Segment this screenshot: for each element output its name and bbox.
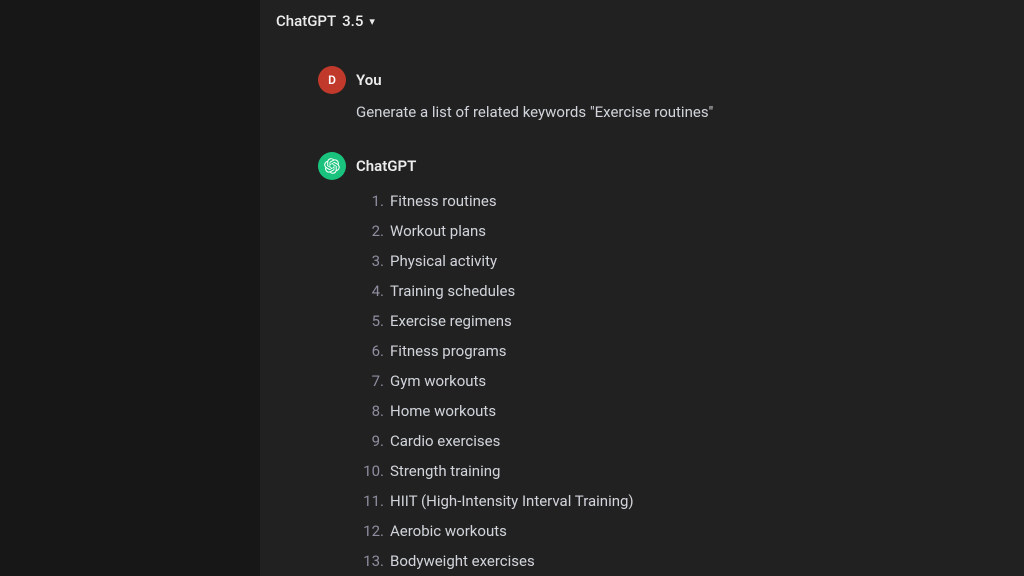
- list-item: 8.Home workouts: [356, 396, 966, 426]
- user-message-content: Generate a list of related keywords "Exe…: [356, 100, 966, 124]
- chatgpt-message-content: 1.Fitness routines2.Workout plans3.Physi…: [356, 186, 966, 576]
- list-number: 6.: [356, 339, 384, 363]
- list-item: 7.Gym workouts: [356, 366, 966, 396]
- list-text: Fitness programs: [390, 339, 506, 363]
- chatgpt-author-label: ChatGPT: [356, 157, 416, 175]
- chat-container: D You Generate a list of related keyword…: [260, 42, 1024, 576]
- top-bar: ChatGPT 3.5 ▾: [260, 0, 1024, 42]
- list-number: 13.: [356, 549, 384, 573]
- list-number: 4.: [356, 279, 384, 303]
- app-version-text: 3.5: [342, 12, 363, 30]
- list-text: Fitness routines: [390, 189, 497, 213]
- list-text: Physical activity: [390, 249, 497, 273]
- list-item: 12.Aerobic workouts: [356, 516, 966, 546]
- user-message-block: D You Generate a list of related keyword…: [318, 66, 966, 124]
- list-text: Training schedules: [390, 279, 515, 303]
- list-number: 9.: [356, 429, 384, 453]
- list-item: 5.Exercise regimens: [356, 306, 966, 336]
- list-text: Cardio exercises: [390, 429, 500, 453]
- list-number: 10.: [356, 459, 384, 483]
- list-number: 3.: [356, 249, 384, 273]
- list-item: 3.Physical activity: [356, 246, 966, 276]
- chatgpt-message-block: ChatGPT 1.Fitness routines2.Workout plan…: [318, 152, 966, 576]
- list-item: 4.Training schedules: [356, 276, 966, 306]
- list-item: 11.HIIT (High-Intensity Interval Trainin…: [356, 486, 966, 516]
- list-number: 12.: [356, 519, 384, 543]
- list-text: Bodyweight exercises: [390, 549, 535, 573]
- messages-wrapper: D You Generate a list of related keyword…: [302, 66, 982, 576]
- list-item: 6.Fitness programs: [356, 336, 966, 366]
- user-message-header: D You: [318, 66, 966, 94]
- list-number: 2.: [356, 219, 384, 243]
- list-text: Gym workouts: [390, 369, 486, 393]
- list-item: 10.Strength training: [356, 456, 966, 486]
- list-item: 9.Cardio exercises: [356, 426, 966, 456]
- app-title-text: ChatGPT: [276, 12, 336, 30]
- user-message-text: Generate a list of related keywords "Exe…: [356, 103, 713, 121]
- list-number: 1.: [356, 189, 384, 213]
- list-text: Aerobic workouts: [390, 519, 507, 543]
- list-text: HIIT (High-Intensity Interval Training): [390, 489, 634, 513]
- list-number: 7.: [356, 369, 384, 393]
- sidebar: [0, 0, 260, 576]
- user-avatar: D: [318, 66, 346, 94]
- list-text: Exercise regimens: [390, 309, 512, 333]
- list-text: Strength training: [390, 459, 500, 483]
- chatgpt-message-header: ChatGPT: [318, 152, 966, 180]
- main-content: ChatGPT 3.5 ▾ D You Generate a list of r…: [260, 0, 1024, 576]
- chatgpt-avatar: [318, 152, 346, 180]
- list-item: 1.Fitness routines: [356, 186, 966, 216]
- user-author-label: You: [356, 71, 382, 89]
- list-item: 13.Bodyweight exercises: [356, 546, 966, 576]
- list-item: 2.Workout plans: [356, 216, 966, 246]
- list-number: 5.: [356, 309, 384, 333]
- keyword-list: 1.Fitness routines2.Workout plans3.Physi…: [356, 186, 966, 576]
- list-number: 8.: [356, 399, 384, 423]
- app-title[interactable]: ChatGPT 3.5 ▾: [276, 12, 375, 30]
- list-text: Home workouts: [390, 399, 496, 423]
- list-text: Workout plans: [390, 219, 486, 243]
- list-number: 11.: [356, 489, 384, 513]
- chevron-down-icon: ▾: [369, 15, 375, 28]
